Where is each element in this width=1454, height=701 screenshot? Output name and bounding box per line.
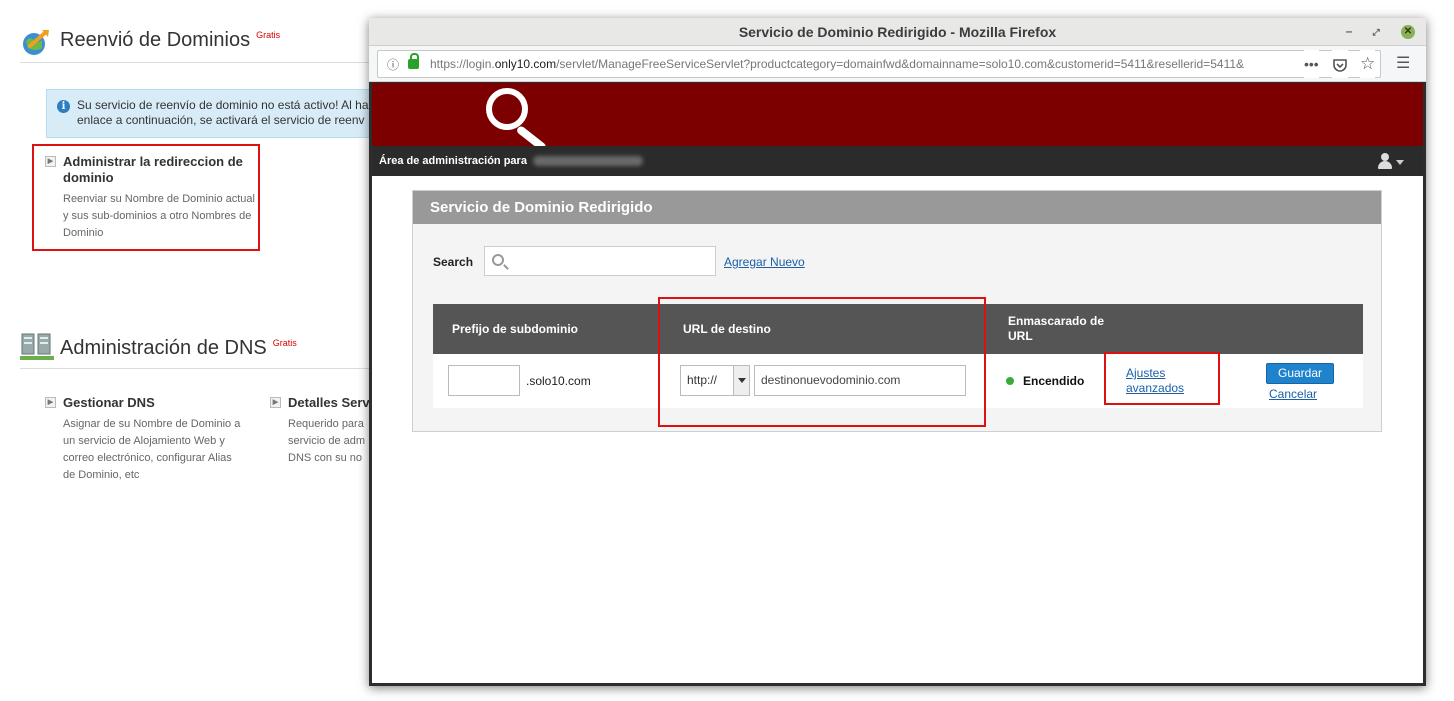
window-title: Servicio de Dominio Redirigido - Mozilla… bbox=[738, 24, 1057, 40]
detalles-title[interactable]: Detalles Serv bbox=[288, 395, 370, 410]
url-path: /servlet/ManageFreeServiceServlet?produc… bbox=[556, 57, 1245, 71]
window-titlebar: Servicio de Dominio Redirigido - Mozilla… bbox=[369, 18, 1426, 46]
status-on-icon bbox=[1006, 377, 1014, 385]
reenvio-title: Reenvió de Dominios Gratis bbox=[60, 29, 280, 52]
close-icon[interactable]: ✕ bbox=[1401, 25, 1415, 39]
domain-suffix: .solo10.com bbox=[526, 374, 591, 388]
user-icon[interactable] bbox=[1377, 153, 1393, 169]
maximize-icon[interactable]: ⤢ bbox=[1369, 25, 1383, 39]
expand-arrow-icon: ▶ bbox=[45, 397, 56, 408]
more-icon[interactable]: ••• bbox=[1304, 50, 1319, 78]
divider-dns bbox=[20, 368, 370, 369]
globe-arrow-icon bbox=[20, 26, 52, 58]
dns-title: Administración de DNS Gratis bbox=[60, 337, 297, 360]
navigation-bar: ⓘ https://login.only10.com/servlet/Manag… bbox=[369, 46, 1426, 82]
pocket-icon[interactable] bbox=[1332, 50, 1348, 78]
info-text-line2: enlace a continuación, se activará el se… bbox=[77, 113, 365, 127]
chevron-down-icon[interactable] bbox=[1396, 160, 1404, 165]
search-input[interactable] bbox=[484, 246, 716, 276]
search-icon bbox=[492, 254, 504, 266]
gestionar-dns-title[interactable]: Gestionar DNS bbox=[63, 395, 155, 410]
masking-status: Encendido bbox=[1023, 374, 1085, 388]
url-prefix: https://login. bbox=[430, 57, 495, 71]
inactive-info-box: i Su servicio de reenvío de dominio no e… bbox=[46, 89, 376, 138]
column-header-prefix: Prefijo de subdominio bbox=[452, 322, 579, 336]
admin-bar: Área de administración para bbox=[372, 146, 1423, 176]
gestionar-dns-desc: Asignar de su Nombre de Dominio a un ser… bbox=[63, 418, 241, 481]
cancel-link[interactable]: Cancelar bbox=[1269, 387, 1317, 401]
header-banner bbox=[372, 83, 1423, 153]
url-host: only10.com bbox=[494, 57, 557, 71]
search-label: Search bbox=[433, 255, 474, 269]
add-new-link[interactable]: Agregar Nuevo bbox=[724, 255, 805, 269]
gratis-badge: Gratis bbox=[256, 30, 281, 40]
admin-label: Área de administración para bbox=[379, 155, 527, 167]
highlight-box-feature bbox=[32, 144, 260, 251]
blurred-email bbox=[532, 156, 643, 167]
subdomain-prefix-input[interactable] bbox=[448, 365, 520, 396]
column-header-mask: Enmascarado de URL bbox=[1008, 314, 1105, 343]
url-bar[interactable]: ⓘ https://login.only10.com/servlet/Manag… bbox=[377, 50, 1381, 78]
gratis-badge-dns: Gratis bbox=[272, 338, 297, 348]
info-circle-icon: i bbox=[57, 100, 70, 113]
highlight-box-url bbox=[658, 297, 986, 427]
minimize-icon[interactable]: ‒ bbox=[1342, 25, 1356, 39]
lock-icon[interactable] bbox=[408, 53, 419, 69]
dns-title-text: Administración de DNS bbox=[60, 337, 267, 359]
reenvio-title-text: Reenvió de Dominios bbox=[60, 29, 251, 51]
feature-gestionar-dns[interactable]: ▶ Gestionar DNS Asignar de su Nombre de … bbox=[45, 395, 245, 484]
feature-detalles-servidor[interactable]: ▶ Detalles Serv Requerido para servicio … bbox=[270, 395, 370, 467]
divider bbox=[20, 62, 370, 63]
info-text-line1: Su servicio de reenvío de dominio no est… bbox=[77, 98, 369, 112]
expand-arrow-icon: ▶ bbox=[270, 397, 281, 408]
star-icon[interactable]: ☆ bbox=[1360, 50, 1376, 78]
info-icon[interactable]: ⓘ bbox=[387, 51, 399, 77]
hamburger-icon[interactable]: ☰ bbox=[1396, 50, 1410, 78]
save-button[interactable]: Guardar bbox=[1266, 363, 1334, 384]
detalles-desc: Requerido para servicio de adm DNS con s… bbox=[288, 418, 366, 464]
highlight-box-advanced bbox=[1104, 352, 1220, 405]
servers-icon bbox=[20, 332, 54, 362]
panel-title: Servicio de Dominio Redirigido bbox=[413, 191, 1381, 224]
